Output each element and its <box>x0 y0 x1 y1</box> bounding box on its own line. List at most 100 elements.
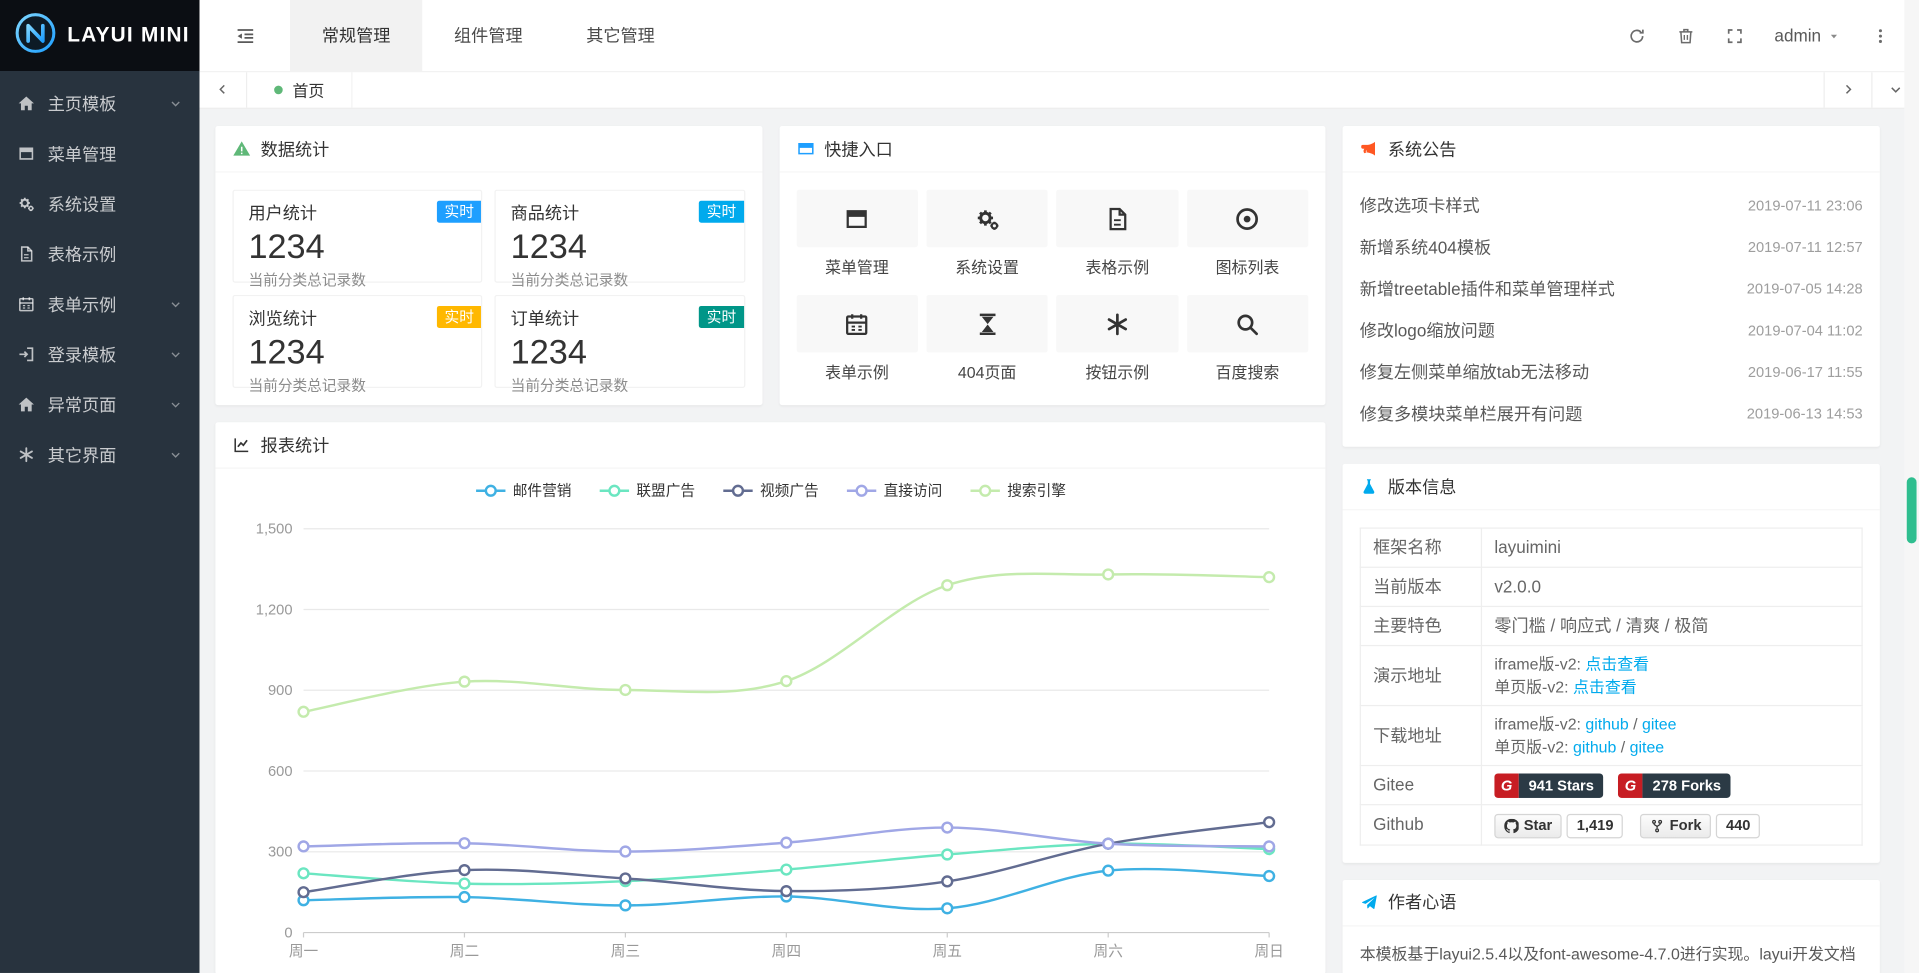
quick-entry-form-example[interactable]: 表单示例 <box>796 295 918 383</box>
sidebar-item-system-settings[interactable]: 系统设置 <box>0 179 199 229</box>
card-title: 数据统计 <box>261 136 330 160</box>
realtime-badge: 实时 <box>699 201 743 223</box>
sidebar-collapse-button[interactable] <box>199 0 290 71</box>
asterisk-icon <box>17 445 35 463</box>
legend-item-联盟广告[interactable]: 联盟广告 <box>598 480 695 501</box>
legend-item-视频广告[interactable]: 视频广告 <box>722 480 819 501</box>
stat-card-orders: 订单统计 实时 1234 当前分类总记录数 <box>495 295 745 388</box>
notice-item[interactable]: 修改选项卡样式 2019-07-11 23:06 <box>1360 185 1863 227</box>
sidebar-item-login-templates[interactable]: 登录模板 <box>0 329 199 379</box>
user-menu[interactable]: admin <box>1774 26 1840 46</box>
legend-item-直接访问[interactable]: 直接访问 <box>846 480 943 501</box>
app-logo[interactable]: LAYUI MINI <box>0 0 199 71</box>
notice-item[interactable]: 新增treetable插件和菜单管理样式 2019-07-05 14:28 <box>1360 268 1863 310</box>
demo-link-iframe-v2[interactable]: 点击查看 <box>1585 655 1649 673</box>
dot-circle-icon <box>1234 205 1261 232</box>
stat-value: 1234 <box>511 229 729 266</box>
sidebar-item-label: 表格示例 <box>48 242 117 266</box>
stat-card-views: 浏览统计 实时 1234 当前分类总记录数 <box>233 295 483 388</box>
data-statistics-card: 数据统计 用户统计 实时 1234 当前分类总记录数 商品统计 实时 1234 <box>215 126 761 405</box>
gitee-logo-icon: G <box>1618 774 1642 798</box>
paper-plane-icon <box>1360 893 1378 911</box>
sidebar-item-error-pages[interactable]: 异常页面 <box>0 379 199 429</box>
header-tab-other[interactable]: 其它管理 <box>554 0 686 71</box>
left-column: 数据统计 用户统计 实时 1234 当前分类总记录数 商品统计 实时 1234 <box>215 126 1325 973</box>
tab-home[interactable]: 首页 <box>247 71 352 108</box>
legend-item-邮件营销[interactable]: 邮件营销 <box>475 480 572 501</box>
chevron-down-icon <box>169 398 182 411</box>
quick-entry-icon-list[interactable]: 图标列表 <box>1187 190 1309 278</box>
tabs-scroll-left-button[interactable] <box>199 71 247 108</box>
chevron-down-icon <box>169 348 182 361</box>
github-star-badge[interactable]: Star 1,419 <box>1494 813 1623 837</box>
table-row: 主要特色 零门槛 / 响应式 / 清爽 / 极简 <box>1360 606 1862 645</box>
download-link-gitee[interactable]: gitee <box>1630 738 1665 756</box>
chevron-down-icon <box>169 448 182 461</box>
table-row: 当前版本 v2.0.0 <box>1360 567 1862 606</box>
card-header: 报表统计 <box>215 422 1325 469</box>
header-tab-components[interactable]: 组件管理 <box>422 0 554 71</box>
stat-value: 1234 <box>511 334 729 371</box>
header-tab-general[interactable]: 常规管理 <box>290 0 422 71</box>
github-fork-badge[interactable]: Fork 440 <box>1640 813 1760 837</box>
demo-link-spa-v2[interactable]: 点击查看 <box>1573 678 1637 696</box>
sidebar-item-table-example[interactable]: 表格示例 <box>0 229 199 279</box>
download-link-github[interactable]: github <box>1585 715 1628 733</box>
refresh-button[interactable] <box>1628 26 1646 44</box>
clear-cache-button[interactable] <box>1677 26 1695 44</box>
sidebar-item-home-templates[interactable]: 主页模板 <box>0 78 199 128</box>
quick-entry-table-example[interactable]: 表格示例 <box>1056 190 1178 278</box>
quick-entry-button-example[interactable]: 按钮示例 <box>1056 295 1178 383</box>
stat-card-goods: 商品统计 实时 1234 当前分类总记录数 <box>495 190 745 283</box>
notice-item[interactable]: 修复左侧菜单缩放tab无法移动 2019-06-17 11:55 <box>1360 351 1863 393</box>
top-header: 常规管理 组件管理 其它管理 admin <box>199 0 1919 72</box>
table-row: 框架名称 layuimini <box>1360 528 1862 567</box>
notice-item[interactable]: 修改logo缩放问题 2019-07-04 11:02 <box>1360 310 1863 352</box>
search-icon <box>1234 310 1261 337</box>
quick-entry-404-page[interactable]: 404页面 <box>926 295 1048 383</box>
page-scrollbar[interactable] <box>1904 0 1919 973</box>
version-info-table: 框架名称 layuimini 当前版本 v2.0.0 主要特色 零门槛 / 响应… <box>1360 527 1863 845</box>
card-title: 快捷入口 <box>824 136 893 160</box>
card-title: 作者心语 <box>1388 890 1457 914</box>
notice-item[interactable]: 修复多模块菜单栏展开有问题 2019-06-13 14:53 <box>1360 393 1863 435</box>
quick-entry-menu-management[interactable]: 菜单管理 <box>796 190 918 278</box>
download-link-gitee[interactable]: gitee <box>1642 715 1677 733</box>
scrollbar-thumb[interactable] <box>1907 477 1917 543</box>
svg-text:周四: 周四 <box>772 943 801 960</box>
legend-marker <box>969 483 1001 498</box>
sidebar: LAYUI MINI 主页模板 菜单管理 系统设置 表格示例 表单 <box>0 0 199 973</box>
quick-entry-system-settings[interactable]: 系统设置 <box>926 190 1048 278</box>
header-nav-tabs: 常规管理 组件管理 其它管理 <box>290 0 687 71</box>
chevron-down-icon <box>1888 82 1903 97</box>
username-label: admin <box>1774 26 1821 46</box>
sidebar-item-form-example[interactable]: 表单示例 <box>0 279 199 329</box>
download-link-github[interactable]: github <box>1573 738 1616 756</box>
gitee-stars-badge[interactable]: G 941 Stars <box>1494 774 1603 798</box>
fork-icon <box>1650 818 1665 833</box>
sidebar-item-menu-management[interactable]: 菜单管理 <box>0 129 199 179</box>
fullscreen-button[interactable] <box>1725 26 1743 44</box>
chart-legend: 邮件营销 联盟广告 视频广告 直接访问 搜索引擎 <box>215 469 1325 501</box>
sidebar-item-label: 表单示例 <box>48 292 117 316</box>
sidebar-item-label: 登录模板 <box>48 342 117 366</box>
notice-item[interactable]: 新增系统404模板 2019-07-11 12:57 <box>1360 226 1863 268</box>
gitee-logo-icon: G <box>1494 774 1518 798</box>
asterisk-icon <box>1104 310 1131 337</box>
more-menu-button[interactable] <box>1871 26 1889 44</box>
legend-marker <box>598 483 630 498</box>
realtime-badge: 实时 <box>699 306 743 328</box>
home-icon <box>17 395 35 413</box>
gitee-forks-badge[interactable]: G 278 Forks <box>1618 774 1731 798</box>
legend-item-搜索引擎[interactable]: 搜索引擎 <box>969 480 1066 501</box>
quick-entry-baidu-search[interactable]: 百度搜索 <box>1187 295 1309 383</box>
tabs-scroll-right-button[interactable] <box>1824 71 1872 108</box>
realtime-badge: 实时 <box>437 306 481 328</box>
sidebar-item-other-pages[interactable]: 其它界面 <box>0 430 199 480</box>
sidebar-item-label: 系统设置 <box>48 192 117 216</box>
window-icon <box>17 144 35 162</box>
table-row: 演示地址 iframe版-v2: 点击查看 单页版-v2: 点击查看 <box>1360 646 1862 706</box>
svg-text:周一: 周一 <box>289 943 319 960</box>
chevron-down-icon <box>169 97 182 110</box>
stat-value: 1234 <box>248 229 466 266</box>
